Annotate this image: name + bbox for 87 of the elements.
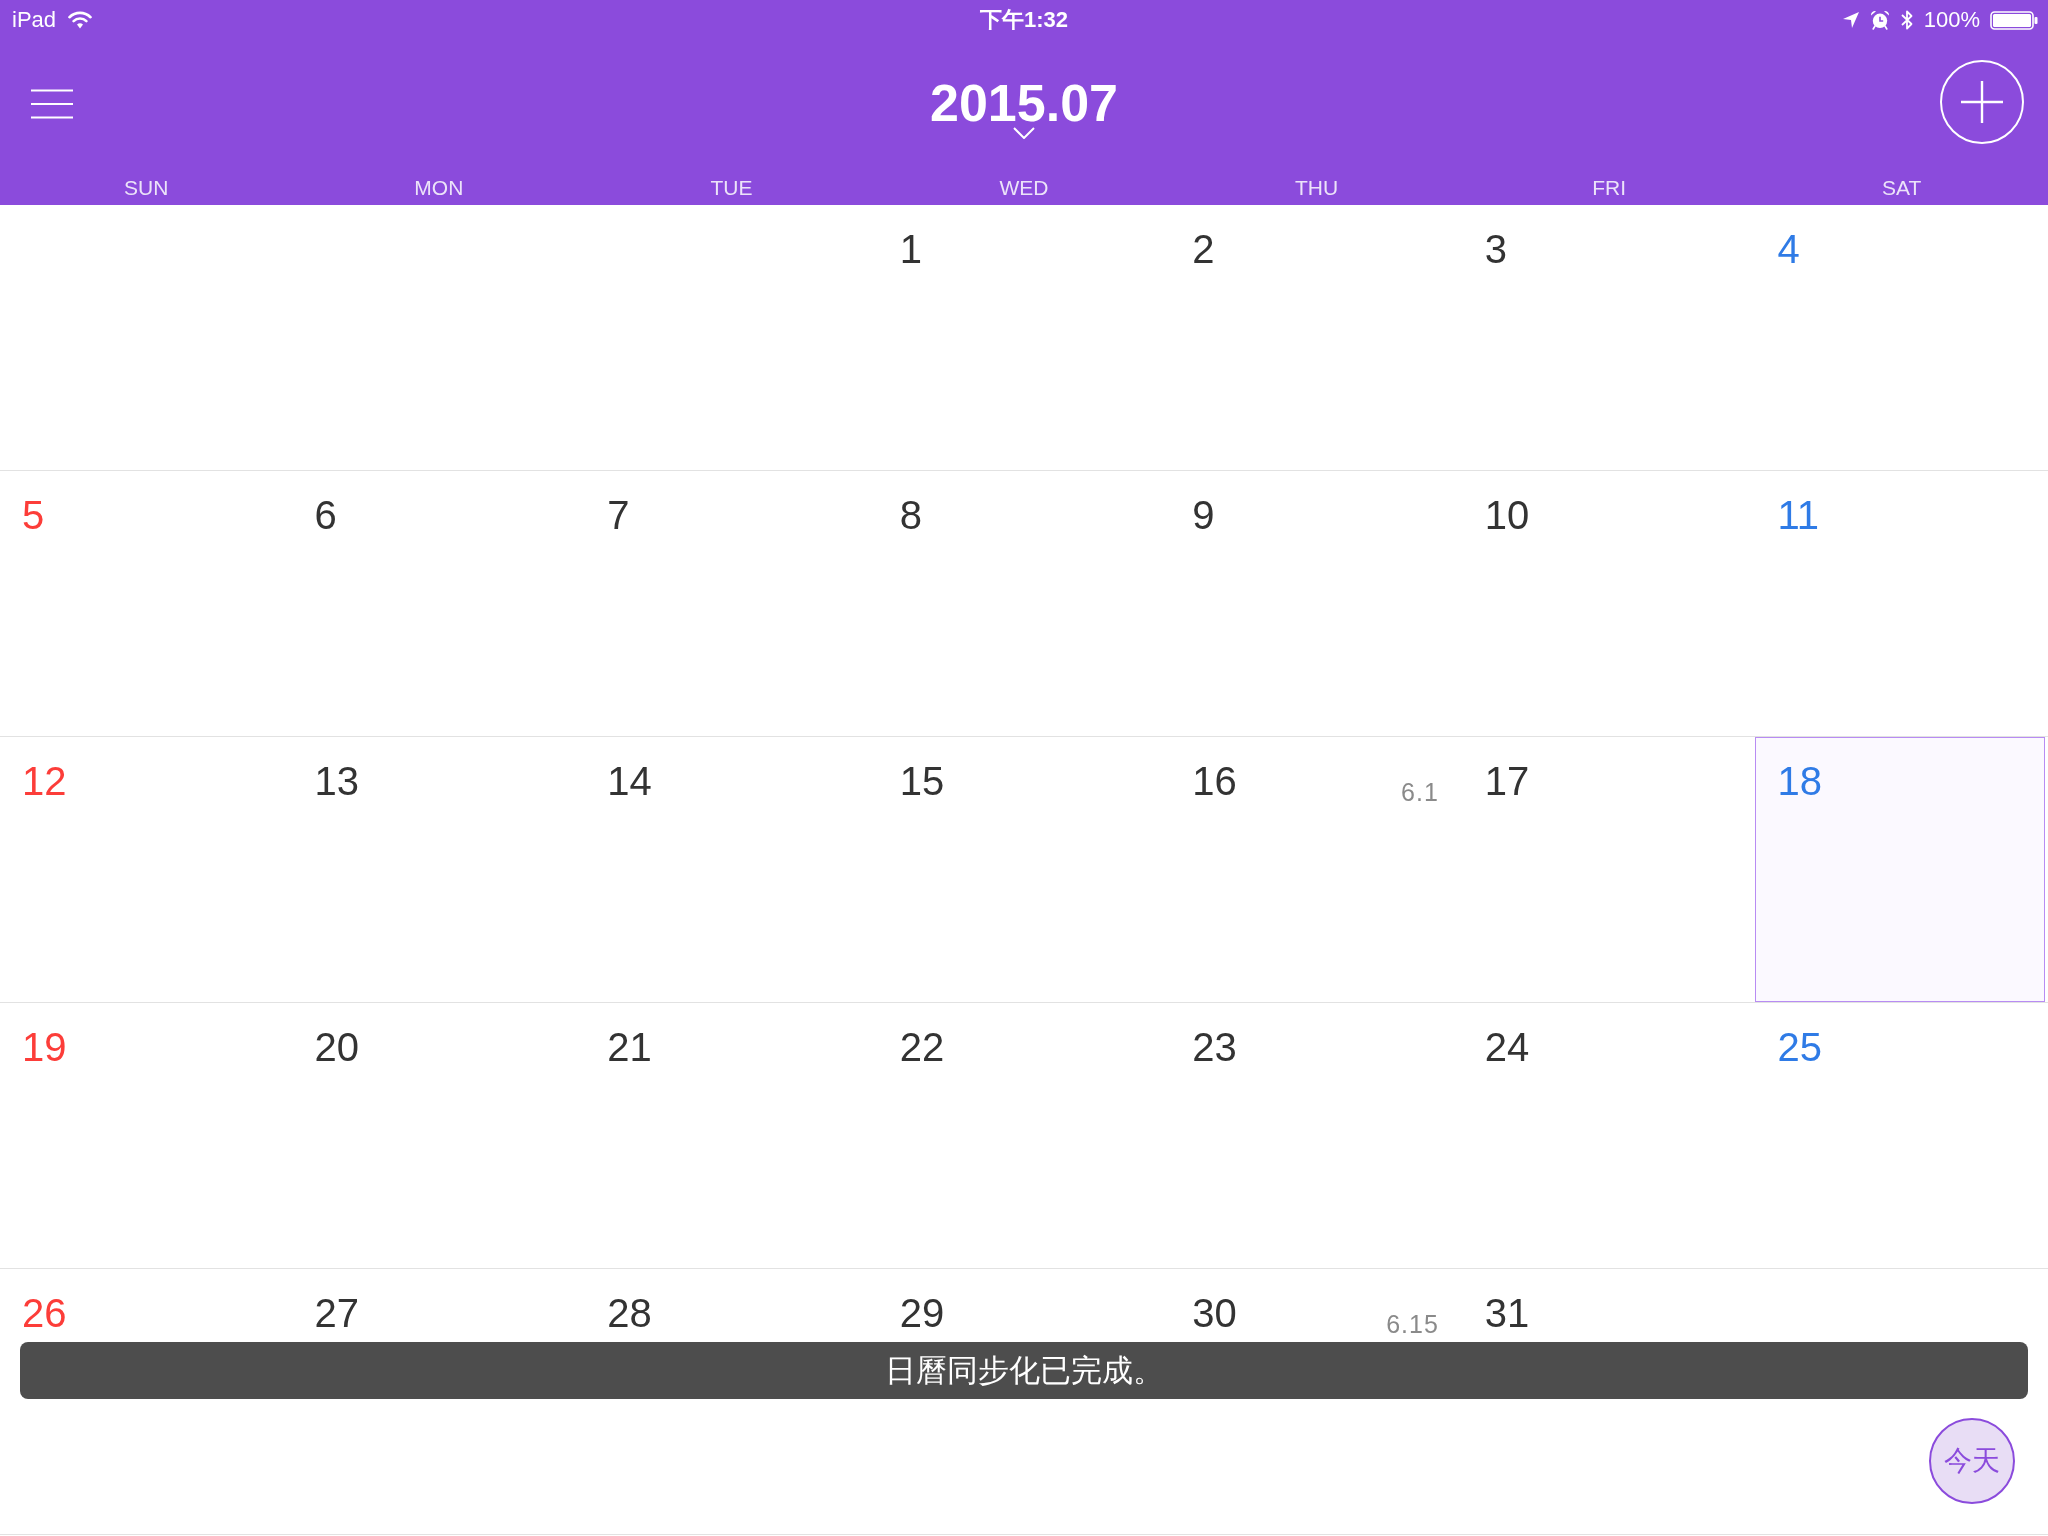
date-cell[interactable]: 10 (1462, 471, 1756, 543)
weekday-label: TUE (709, 175, 754, 201)
date-cell[interactable]: 18 (1755, 737, 2045, 1002)
date-cell[interactable]: 16 6.1 (1170, 737, 1463, 809)
date-cell[interactable]: 6 (292, 471, 586, 543)
device-name: iPad (12, 7, 57, 33)
date-cell[interactable]: 11 (1755, 471, 2048, 543)
lunar-date: 6.15 (1386, 1312, 1439, 1337)
day-number: 18 (1777, 761, 1822, 801)
day-number: 16 (1192, 761, 1237, 801)
status-time: 下午1:32 (979, 6, 1068, 34)
bluetooth-icon (1899, 8, 1914, 32)
date-cell[interactable]: 26 (0, 1269, 293, 1341)
date-cell[interactable]: 20 (292, 1003, 586, 1075)
date-cell[interactable]: 28 (585, 1269, 878, 1341)
today-button[interactable]: 今天 (1929, 1418, 2015, 1504)
day-number: 1 (899, 229, 922, 269)
day-number: 4 (1777, 229, 1800, 269)
add-button[interactable] (1940, 60, 2024, 144)
date-cell[interactable]: 2 (1170, 205, 1463, 277)
date-cell[interactable]: 21 (585, 1003, 878, 1075)
date-cell[interactable]: 19 (0, 1003, 293, 1075)
day-number: 28 (607, 1293, 652, 1333)
menu-icon (31, 89, 73, 119)
day-number: 22 (899, 1027, 945, 1067)
day-number: 12 (22, 761, 67, 801)
weekday-label: THU (1293, 175, 1340, 201)
date-cell[interactable]: 3 (1462, 205, 1756, 277)
month-picker-button[interactable]: 2015.07 (930, 75, 1118, 139)
battery-percent: 100% (1923, 7, 1980, 33)
weekday-label: WED (998, 175, 1050, 201)
date-cell[interactable]: 5 (0, 471, 293, 543)
day-number: 5 (22, 495, 45, 535)
location-arrow-icon (1841, 11, 1860, 29)
day-number: 14 (607, 761, 652, 801)
day-number: 15 (899, 761, 945, 801)
date-cell[interactable]: 24 (1462, 1003, 1756, 1075)
date-cell[interactable]: 22 (877, 1003, 1171, 1075)
day-number: 23 (1192, 1027, 1237, 1067)
day-number: 17 (1484, 761, 1530, 801)
date-cell[interactable]: 31 (1462, 1269, 1756, 1341)
day-number: 3 (1484, 229, 1508, 269)
day-number: 9 (1192, 495, 1215, 535)
date-cell[interactable]: 17 (1462, 737, 1756, 809)
date-cell[interactable]: 13 (292, 737, 586, 809)
day-number: 20 (314, 1027, 360, 1067)
day-number: 19 (22, 1027, 67, 1067)
date-cell[interactable]: 14 (585, 737, 878, 809)
weekday-label: FRI (1591, 175, 1628, 201)
date-cell[interactable]: 12 (0, 737, 293, 809)
date-cell[interactable]: 4 (1755, 205, 2048, 277)
weekday-label: SUN (123, 175, 170, 201)
battery-icon (1990, 10, 2038, 30)
day-number: 31 (1484, 1293, 1530, 1333)
weekday-label: MON (413, 175, 465, 201)
date-cell[interactable]: 29 (877, 1269, 1171, 1341)
day-number: 2 (1192, 229, 1215, 269)
date-cell[interactable]: 30 6.15 (1170, 1269, 1463, 1341)
day-number: 25 (1777, 1027, 1822, 1067)
date-cell[interactable]: 1 (877, 205, 1171, 277)
day-number: 30 (1192, 1293, 1237, 1333)
date-cell[interactable]: 23 (1170, 1003, 1463, 1075)
weekday-label: SAT (1881, 175, 1923, 201)
day-number: 11 (1777, 495, 1819, 535)
date-cell[interactable]: 9 (1170, 471, 1463, 543)
day-number: 26 (22, 1293, 67, 1333)
date-cell[interactable]: 7 (585, 471, 878, 543)
lunar-date: 6.1 (1401, 780, 1439, 805)
sync-toast: 日曆同步化已完成。 (20, 1342, 2028, 1399)
plus-icon (1961, 81, 2003, 123)
date-cell[interactable]: 15 (877, 737, 1171, 809)
day-number: 24 (1484, 1027, 1530, 1067)
day-number: 8 (899, 495, 922, 535)
alarm-clock-icon (1869, 10, 1890, 30)
menu-button[interactable] (31, 89, 73, 119)
day-number: 6 (314, 495, 337, 535)
chevron-down-icon (1013, 127, 1035, 139)
day-number: 10 (1484, 495, 1530, 535)
wifi-icon (68, 9, 93, 29)
date-cell[interactable]: 27 (292, 1269, 586, 1341)
day-number: 29 (899, 1293, 945, 1333)
day-number: 7 (607, 495, 630, 535)
date-cell[interactable]: 8 (877, 471, 1171, 543)
date-cell[interactable]: 25 (1755, 1003, 2048, 1075)
day-number: 21 (607, 1027, 652, 1067)
day-number: 13 (314, 761, 360, 801)
day-number: 27 (314, 1293, 360, 1333)
